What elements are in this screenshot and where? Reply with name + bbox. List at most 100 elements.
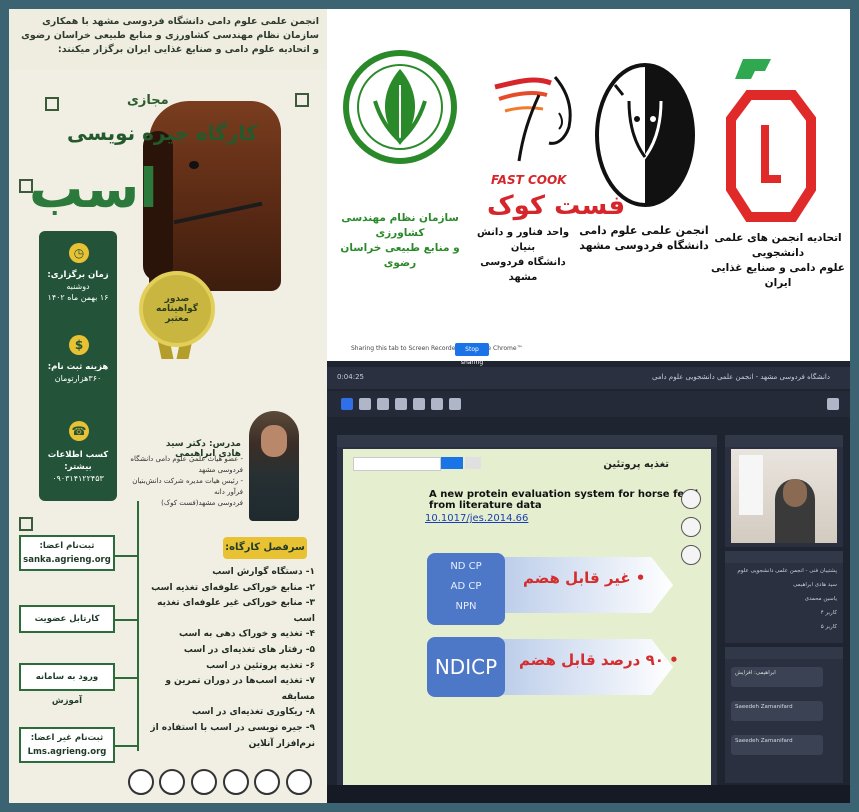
chat-header (725, 647, 843, 659)
title-virtual: مجازی (127, 93, 169, 108)
etehadie-caption: اتحادیه انجمن های علمی دانشجویی علوم دام… (707, 231, 849, 291)
anjoman-logo (595, 63, 695, 207)
poster-logo-row (125, 767, 315, 797)
certificate-line: صدور (164, 294, 190, 304)
nezam-caption: سازمان نظام مهندسی کشاورزی و منابع طبیعی… (331, 211, 469, 271)
participant-row[interactable]: سید هادی ابراهیمی (731, 581, 837, 590)
certificate-line: معتبر (165, 314, 189, 324)
mic-icon[interactable] (359, 398, 371, 410)
participants-header (725, 551, 843, 563)
anjoman-caption: انجمن علمی علوم دامی دانشگاه فردوسی مشهد (577, 223, 711, 253)
participant-row[interactable]: کاربر ۴ (731, 609, 837, 618)
event-contact-value: ۰۹۰۳۱۴۱۲۲۴۵۳ (52, 474, 104, 483)
event-fee-label: هزینه ثبت نام: (47, 362, 109, 372)
certificate-badge: صدور گواهینامه معتبر (139, 271, 215, 347)
teacher-desc-line: فردوسی مشهد(فست کوک) (161, 499, 243, 507)
event-time: زمان برگزاری: دوشنبه ۱۶ بهمن ماه ۱۴۰۲ (43, 269, 113, 303)
file-icon[interactable] (431, 398, 443, 410)
outline-item: ۵- رفتار های تغذیه‌ای در اسب (183, 644, 315, 655)
horse-eye (189, 161, 199, 169)
flow-line (115, 619, 139, 621)
clock-icon: ◷ (69, 243, 89, 263)
screen-share-icon[interactable] (395, 398, 407, 410)
register-nonmembers-label: ثبت‌نام غیر اعضا: (30, 733, 104, 743)
etehadie-caption-line: اتحادیه انجمن های علمی دانشجویی (714, 232, 842, 259)
share-icon[interactable] (341, 398, 353, 410)
participants-panel: پشتیبان فنی - انجمن علمی دانشجویی علوم د… (725, 551, 843, 643)
register-nonmembers-site: Lms.agrieng.org (27, 747, 107, 757)
hand-icon[interactable] (449, 398, 461, 410)
chat-message: ابراهیمی: افزایش (731, 667, 823, 687)
sponsor-logo (286, 769, 313, 795)
outline-item: ۱- دستگاه گوارش اسب (212, 567, 315, 577)
etehadie-caption-line: علوم دامی و صنایع غذایی ایران (711, 262, 845, 289)
chat-message: Saeedeh Zamanifard (731, 701, 823, 721)
presentation-panel: تغذیه پروتئین A new protein evaluation s… (337, 435, 717, 793)
slide-box-line: AD CP (450, 581, 482, 592)
decor-square (45, 97, 59, 111)
teacher-photo (249, 411, 299, 521)
anjoman-caption-line: انجمن علمی علوم دامی (579, 224, 709, 237)
slide-digestible: • ۹۰ درصد قابل هضم (519, 651, 679, 669)
nezam-caption-line: و منابع طبیعی خراسان رضوی (340, 242, 460, 269)
outline-item: ۷- تغذیه اسب‌ها در دوران تمرین و مسابقه (165, 676, 315, 702)
slide-indigestible: • غیر قابل هضم (523, 569, 646, 587)
membership-card-box: کارتابل عضویت (19, 605, 115, 633)
horse-bridle (173, 201, 263, 225)
slide-heading: تغذیه پروتئین (603, 459, 669, 470)
event-day: دوشنبه (66, 282, 90, 291)
certificate-line: گواهینامه (156, 304, 198, 314)
fastcook-caption: واحد فناور و دانش بنیان دانشگاه فردوسی م… (465, 225, 581, 285)
slide-url-go[interactable] (441, 457, 463, 469)
event-fee-value: ۳۶۰هزارتومان (54, 374, 102, 383)
background-poster (739, 455, 763, 515)
presenter-face (783, 479, 807, 507)
meeting-screenshot: Sharing this tab to Screen Recorder for … (327, 339, 850, 803)
register-members-site: sanka.agrieng.org (23, 555, 111, 565)
decor-square (19, 517, 33, 531)
meeting-toolbar (327, 391, 850, 417)
event-time-label: زمان برگزاری: (47, 270, 109, 280)
taskbar (327, 785, 850, 803)
participant-row[interactable]: پشتیبان فنی - انجمن علمی دانشجویی علوم د… (731, 567, 837, 576)
outline-item: نرم‌افزار آنلاین (248, 738, 315, 749)
webcam-panel (725, 435, 843, 547)
stop-sharing-button[interactable]: Stop sharing (455, 343, 489, 366)
webcam-video (731, 449, 837, 543)
collage: انجمن علمی علوم دامی دانشگاه فردوسی مشهد… (9, 9, 850, 803)
event-contact-label: کسب اطلاعات بیشتر: (47, 450, 109, 472)
teacher-desc-line: - عضو هیات علمی علوم دامی دانشگاه فردوسی… (130, 455, 243, 474)
wallet-icon: $ (69, 335, 89, 355)
nezam-caption-line: سازمان نظام مهندسی کشاورزی (341, 212, 459, 239)
sponsor-logo (222, 769, 249, 795)
etehadie-logo (726, 59, 816, 222)
flow-line (115, 555, 139, 557)
menu-icon[interactable] (827, 398, 839, 410)
teacher-face (261, 425, 287, 457)
participant-row[interactable]: یاسین محمدی (731, 595, 837, 604)
sponsor-logo (159, 769, 186, 795)
decor-square (295, 93, 309, 107)
meeting-room-title: دانشگاه فردوسی مشهد - انجمن علمی دانشجوی… (652, 373, 830, 381)
slide-doi-link[interactable]: 10.1017/jes.2014.66 (425, 513, 528, 524)
slide-title: A new protein evaluation system for hors… (429, 489, 699, 511)
outline-list: ۱- دستگاه گوارش اسب ۲- منابع خوراکی علوف… (149, 565, 315, 752)
chat-message: Saeedeh Zamanifard (731, 735, 823, 755)
outline-item: ۹- جیره نویسی در اسب با استفاده از (150, 722, 315, 733)
pen-icon[interactable] (413, 398, 425, 410)
slide-box-ndicp: NDICP (427, 637, 505, 697)
teacher-desc-line: - رئیس هیات مدیره شرکت دانش‌بنیان فرآور … (132, 477, 243, 496)
workshop-poster: انجمن علمی علوم دامی دانشگاه فردوسی مشهد… (9, 9, 327, 803)
screenshot-frame: انجمن علمی علوم دامی دانشگاه فردوسی مشهد… (0, 0, 859, 812)
outline-title: سرفصل کارگاه: (223, 537, 307, 559)
chat-panel: ابراهیمی: افزایش Saeedeh Zamanifard Saee… (725, 647, 843, 783)
phone-icon: ☎ (69, 421, 89, 441)
slide-url-bar[interactable] (353, 457, 441, 471)
presentation-slide: تغذیه پروتئین A new protein evaluation s… (343, 449, 711, 787)
outline-item: ۲- منابع خوراکی علوفه‌ای تغذیه اسب (151, 582, 315, 593)
camera-icon[interactable] (377, 398, 389, 410)
participant-row[interactable]: کاربر ۵ (731, 623, 837, 632)
flow-line (115, 677, 139, 679)
slide-url-option[interactable] (465, 457, 481, 469)
slide-logo (681, 545, 701, 565)
